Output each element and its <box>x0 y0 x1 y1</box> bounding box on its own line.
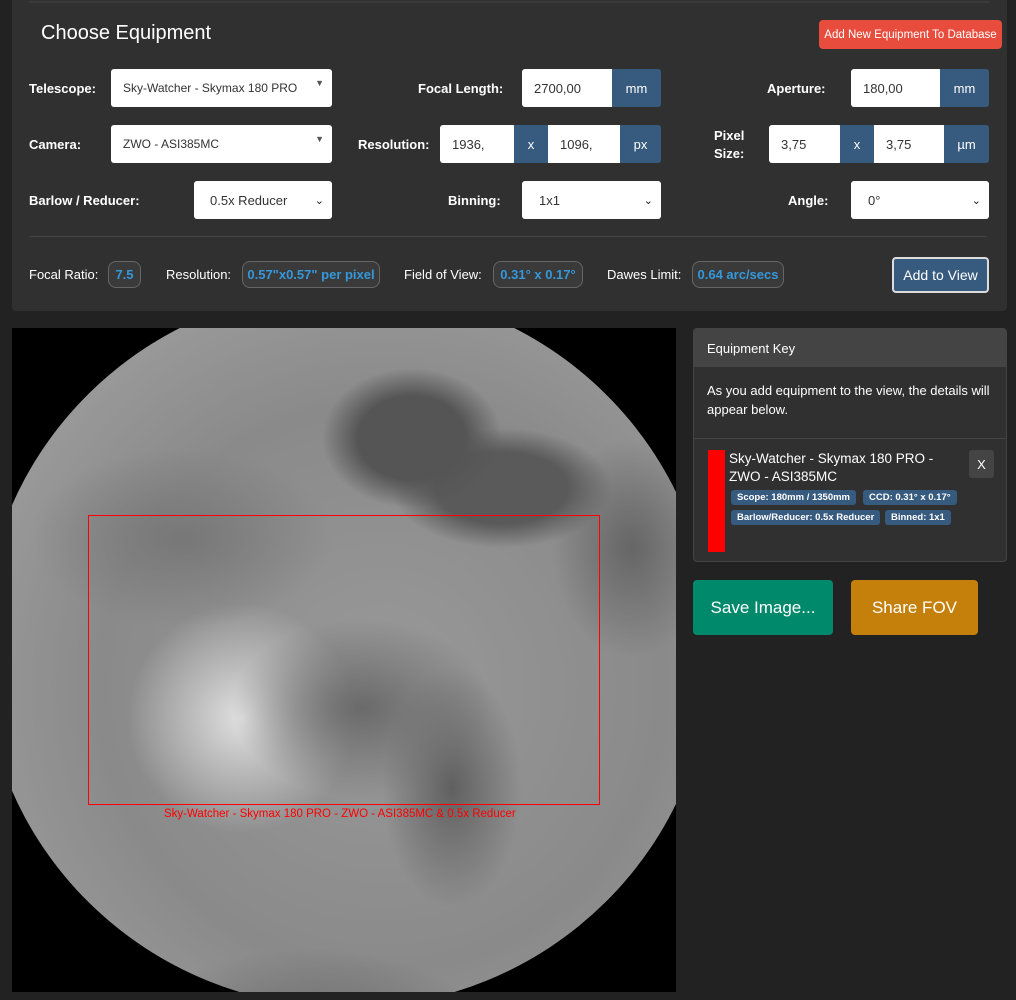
resolution-x-input[interactable]: 1936, <box>440 125 516 163</box>
telescope-select[interactable]: Sky-Watcher - Skymax 180 PRO ▼ <box>111 69 332 107</box>
add-to-view-button[interactable]: Add to View <box>892 257 989 293</box>
binning-select[interactable]: 1x1 ⌄ <box>522 181 661 219</box>
pixel-size-label: Pixel Size: <box>714 127 744 163</box>
equipment-key-description: As you add equipment to the view, the de… <box>694 367 1006 439</box>
add-equipment-button[interactable]: Add New Equipment To Database <box>819 20 1002 49</box>
resolution-label: Resolution: <box>358 137 430 152</box>
angle-value: 0° <box>868 192 881 208</box>
barlow-select[interactable]: 0.5x Reducer ⌄ <box>194 181 332 219</box>
fov-rectangle <box>88 515 600 805</box>
resolution-y-input[interactable]: 1096, <box>548 125 622 163</box>
barlow-label: Barlow / Reducer: <box>29 193 140 208</box>
pixel-size-x-input[interactable]: 3,75 <box>769 125 842 163</box>
camera-select[interactable]: ZWO - ASI385MC ▼ <box>111 125 332 163</box>
caret-down-icon: ▼ <box>315 134 324 144</box>
chevron-down-icon: ⌄ <box>971 194 981 207</box>
fov-badge: 0.31° x 0.17° <box>493 261 583 288</box>
stat-resolution-label: Resolution: <box>166 267 232 282</box>
telescope-label: Telescope: <box>29 81 96 96</box>
focal-ratio-badge: 7.5 <box>108 261 141 288</box>
dawes-badge: 0.64 arc/secs <box>692 261 784 288</box>
save-image-button[interactable]: Save Image... <box>693 580 833 635</box>
equipment-key-card: Equipment Key As you add equipment to th… <box>693 328 1007 562</box>
dawes-label: Dawes Limit: <box>607 267 682 282</box>
pixel-size-unit: µm <box>944 125 989 163</box>
equipment-entry-name: Sky-Watcher - Skymax 180 PRO - ZWO - ASI… <box>729 451 934 484</box>
binned-tag: Binned: 1x1 <box>885 510 951 525</box>
aperture-input[interactable]: 180,00 <box>851 69 942 107</box>
resolution-separator: x <box>514 125 548 163</box>
camera-value: ZWO - ASI385MC <box>123 137 220 151</box>
focal-length-input[interactable]: 2700,00 <box>522 69 614 107</box>
fov-rectangle-label: Sky-Watcher - Skymax 180 PRO - ZWO - ASI… <box>164 808 516 820</box>
scope-tag: Scope: 180mm / 1350mm <box>731 490 857 505</box>
angle-select[interactable]: 0° ⌄ <box>851 181 989 219</box>
pixel-size-label-2: Size: <box>714 146 745 161</box>
focal-length-label: Focal Length: <box>418 81 504 96</box>
divider <box>29 1 990 3</box>
remove-equipment-button[interactable]: X <box>969 450 994 478</box>
binning-value: 1x1 <box>539 192 560 208</box>
focal-length-unit: mm <box>612 69 661 107</box>
resolution-unit: px <box>620 125 661 163</box>
share-fov-button[interactable]: Share FOV <box>851 580 978 635</box>
camera-label: Camera: <box>29 137 82 152</box>
barlow-tag: Barlow/Reducer: 0.5x Reducer <box>731 510 881 525</box>
pixel-size-separator: x <box>840 125 874 163</box>
equipment-color-swatch <box>708 450 725 552</box>
chevron-down-icon: ⌄ <box>314 194 324 207</box>
aperture-unit: mm <box>940 69 989 107</box>
aperture-label: Aperture: <box>767 81 826 96</box>
barlow-value: 0.5x Reducer <box>210 192 288 208</box>
caret-down-icon: ▼ <box>315 78 324 88</box>
fov-label: Field of View: <box>404 267 482 282</box>
chevron-down-icon: ⌄ <box>643 194 653 207</box>
angle-label: Angle: <box>788 193 829 208</box>
equipment-key-title: Equipment Key <box>694 329 1006 367</box>
focal-ratio-label: Focal Ratio: <box>29 267 99 282</box>
resolution-badge: 0.57"x0.57" per pixel <box>242 261 380 288</box>
pixel-size-y-input[interactable]: 3,75 <box>874 125 946 163</box>
ccd-tag: CCD: 0.31° x 0.17° <box>863 490 957 505</box>
telescope-value: Sky-Watcher - Skymax 180 PRO <box>123 81 298 95</box>
pixel-size-label-1: Pixel <box>714 128 745 143</box>
binning-label: Binning: <box>448 193 501 208</box>
moon-image-view[interactable]: Sky-Watcher - Skymax 180 PRO - ZWO - ASI… <box>12 328 676 992</box>
divider <box>29 236 987 237</box>
page-title: Choose Equipment <box>41 22 212 44</box>
